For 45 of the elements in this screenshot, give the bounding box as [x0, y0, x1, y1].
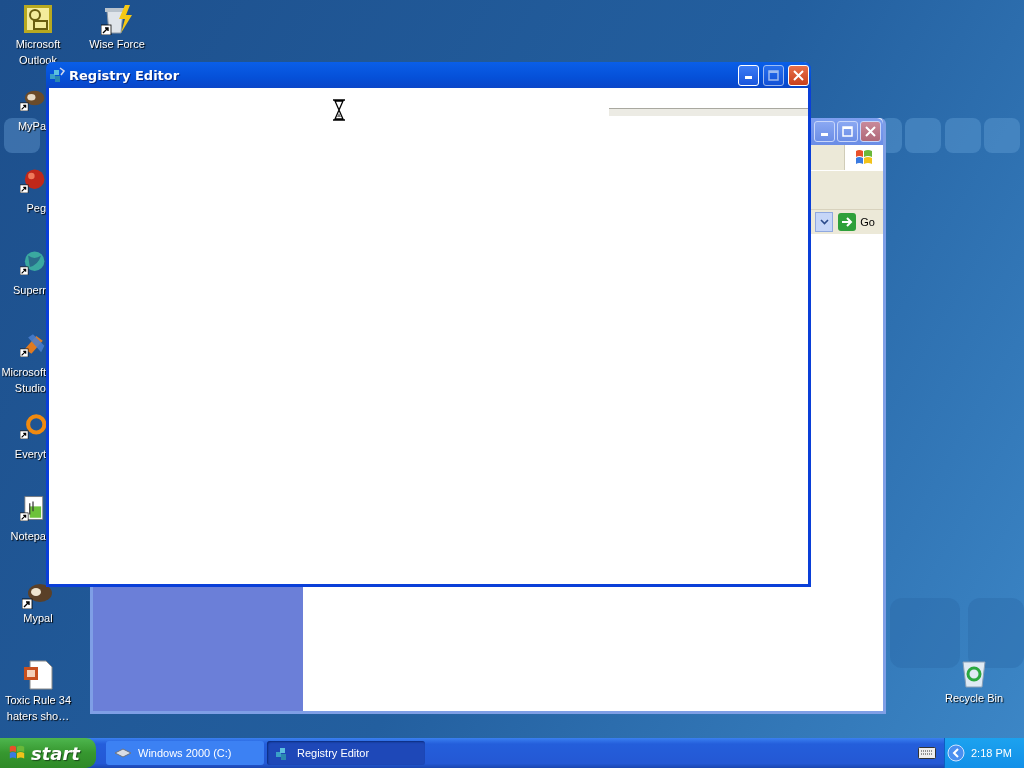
icon-label: MyPa [17, 120, 46, 133]
dropdown-button[interactable] [815, 212, 834, 232]
start-button[interactable]: start [0, 738, 96, 768]
globe-icon[interactable] [20, 249, 46, 275]
keyboard-icon[interactable] [918, 747, 936, 759]
chevron-icon[interactable] [947, 744, 965, 762]
close-icon [865, 126, 876, 137]
go-button[interactable]: Go [836, 213, 879, 231]
minimize-button[interactable] [814, 121, 835, 142]
wallpaper-tile [984, 118, 1020, 153]
cubes-icon [49, 67, 65, 83]
icon-label: Superr [12, 284, 46, 297]
caret-icon [819, 219, 829, 225]
taskbar-button[interactable]: Windows 2000 (C:) [106, 741, 264, 765]
trash-bolt-icon[interactable] [101, 3, 133, 35]
icon-label: Wise Force [89, 38, 145, 51]
maximize-button[interactable] [837, 121, 858, 142]
close-button[interactable] [860, 121, 881, 142]
icon-label: haters sho… [6, 710, 70, 723]
mail-icon[interactable] [22, 3, 54, 35]
maximize-icon [768, 69, 779, 81]
icon-label: Recycle Bin [944, 692, 1004, 705]
notepad-icon[interactable] [20, 495, 46, 521]
icon-label: Toxic Rule 34 [4, 694, 71, 707]
hourglass-icon [332, 99, 346, 121]
window-title: Registry Editor [69, 67, 181, 83]
ball-icon[interactable] [20, 167, 46, 193]
icon-label: Notepa [10, 530, 46, 543]
icon-label: Everyt [14, 448, 46, 461]
slide-file-icon[interactable] [22, 659, 54, 691]
maximize-icon [842, 126, 853, 137]
clock: 2:18 PM [971, 747, 1012, 759]
icon-label: Microsoft [1, 366, 46, 379]
wallpaper-tile [968, 598, 1024, 668]
icon-label: Studio [14, 382, 46, 395]
wallpaper-tile [945, 118, 981, 153]
drive-icon [114, 748, 132, 758]
taskbar-button[interactable]: Registry Editor [267, 741, 425, 765]
icon-label: Mypal [23, 612, 53, 625]
icon-label: Microsoft [15, 38, 61, 51]
wallpaper-tile [905, 118, 941, 153]
flag-logo-icon [854, 148, 874, 167]
ring-icon[interactable] [20, 413, 46, 439]
close-icon [793, 69, 804, 81]
icon-label: Peg [26, 202, 46, 215]
